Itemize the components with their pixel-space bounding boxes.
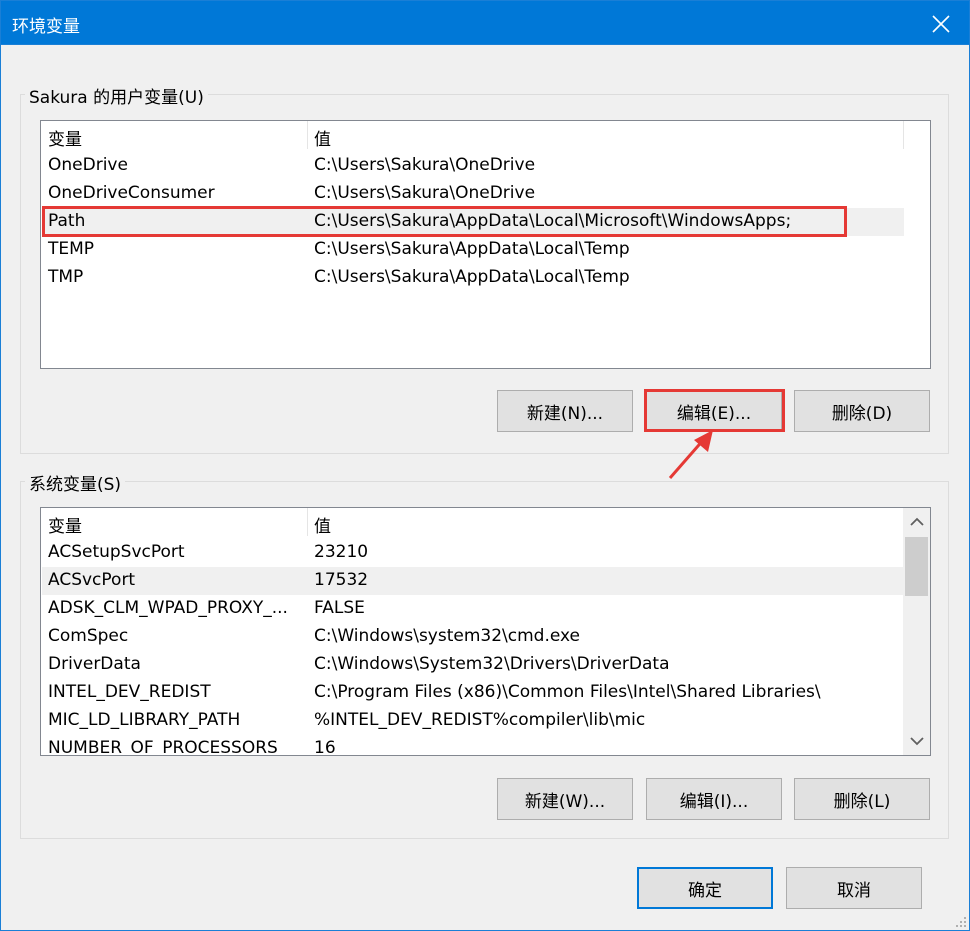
var-value: C:\Users\Sakura\OneDrive <box>314 183 536 203</box>
system-vars-list[interactable]: 变量 值 ACSetupSvcPort 23210 ACSvcPort 1753… <box>40 507 931 756</box>
var-name: ComSpec <box>48 626 129 646</box>
chevron-up-icon <box>909 517 924 526</box>
var-name: ACSetupSvcPort <box>48 542 185 562</box>
list-item[interactable]: TEMP C:\Users\Sakura\AppData\Local\Temp <box>42 236 904 264</box>
var-name: OneDriveConsumer <box>48 183 215 203</box>
list-item[interactable]: MIC_LD_LIBRARY_PATH %INTEL_DEV_REDIST%co… <box>42 707 904 735</box>
list-item[interactable]: TMP C:\Users\Sakura\AppData\Local\Temp <box>42 264 904 292</box>
var-name: DriverData <box>48 654 141 674</box>
var-name: TEMP <box>48 239 95 259</box>
var-value: 16 <box>314 738 336 756</box>
var-name: INTEL_DEV_REDIST <box>48 682 211 702</box>
list-item[interactable]: OneDriveConsumer C:\Users\Sakura\OneDriv… <box>42 180 904 208</box>
user-delete-button[interactable]: 删除(D) <box>794 390 930 432</box>
list-item-hover[interactable]: ACSvcPort 17532 <box>42 567 904 595</box>
var-name: ACSvcPort <box>48 570 136 590</box>
list-item[interactable]: NUMBER_OF_PROCESSORS 16 <box>42 735 904 756</box>
system-vars-header: 变量 值 <box>41 508 930 538</box>
var-value: C:\Users\Sakura\OneDrive <box>314 155 536 175</box>
column-header-variable[interactable]: 变量 <box>48 512 82 537</box>
title-bar: 环境变量 <box>0 0 970 45</box>
user-vars-header: 变量 值 <box>41 121 930 151</box>
var-name: ADSK_CLM_WPAD_PROXY_... <box>48 598 288 618</box>
var-name: NUMBER_OF_PROCESSORS <box>48 738 278 756</box>
var-value: C:\Windows\system32\cmd.exe <box>314 626 581 646</box>
scroll-down-button[interactable] <box>903 727 930 755</box>
list-item[interactable]: INTEL_DEV_REDIST C:\Program Files (x86)\… <box>42 679 904 707</box>
var-value: C:\Users\Sakura\AppData\Local\Temp <box>314 239 630 259</box>
var-value: C:\Users\Sakura\AppData\Local\Microsoft\… <box>314 211 792 231</box>
column-header-variable[interactable]: 变量 <box>48 125 82 150</box>
list-item[interactable]: ADSK_CLM_WPAD_PROXY_... FALSE <box>42 595 904 623</box>
var-value: %INTEL_DEV_REDIST%compiler\lib\mic <box>314 710 646 730</box>
close-button[interactable] <box>913 1 969 46</box>
var-value: 23210 <box>314 542 369 562</box>
var-value: FALSE <box>314 598 365 618</box>
var-name: Path <box>48 211 86 231</box>
list-item[interactable]: DriverData C:\Windows\System32\Drivers\D… <box>42 651 904 679</box>
var-value: C:\Program Files (x86)\Common Files\Inte… <box>314 682 821 702</box>
var-value: C:\Windows\System32\Drivers\DriverData <box>314 654 670 674</box>
column-header-value[interactable]: 值 <box>314 512 331 537</box>
resize-grip-icon[interactable] <box>955 916 967 928</box>
user-vars-list[interactable]: 变量 值 OneDrive C:\Users\Sakura\OneDrive O… <box>40 120 931 369</box>
list-item-selected[interactable]: Path C:\Users\Sakura\AppData\Local\Micro… <box>42 208 904 236</box>
column-header-value[interactable]: 值 <box>314 125 331 150</box>
ok-button[interactable]: 确定 <box>637 867 773 909</box>
vertical-scrollbar[interactable] <box>903 508 930 755</box>
chevron-down-icon <box>909 737 924 746</box>
list-item[interactable]: OneDrive C:\Users\Sakura\OneDrive <box>42 152 904 180</box>
scroll-up-button[interactable] <box>903 508 930 536</box>
system-vars-group-label: 系统变量(S) <box>25 470 126 495</box>
list-item[interactable]: ACSetupSvcPort 23210 <box>42 539 904 567</box>
arrow-annotation-icon <box>668 430 713 479</box>
system-new-button[interactable]: 新建(W)... <box>497 778 633 820</box>
scrollbar-thumb[interactable] <box>905 537 928 596</box>
var-value: 17532 <box>314 570 369 590</box>
var-name: MIC_LD_LIBRARY_PATH <box>48 710 241 730</box>
close-icon <box>932 14 950 33</box>
window-title: 环境变量 <box>12 17 80 37</box>
user-vars-group-label: Sakura 的用户变量(U) <box>25 83 208 108</box>
var-name: TMP <box>48 267 84 287</box>
var-value: C:\Users\Sakura\AppData\Local\Temp <box>314 267 630 287</box>
list-item[interactable]: ComSpec C:\Windows\system32\cmd.exe <box>42 623 904 651</box>
system-edit-button[interactable]: 编辑(I)... <box>646 778 782 820</box>
user-new-button[interactable]: 新建(N)... <box>497 390 633 432</box>
var-name: OneDrive <box>48 155 128 175</box>
cancel-button[interactable]: 取消 <box>786 867 922 909</box>
system-delete-button[interactable]: 删除(L) <box>794 778 930 820</box>
